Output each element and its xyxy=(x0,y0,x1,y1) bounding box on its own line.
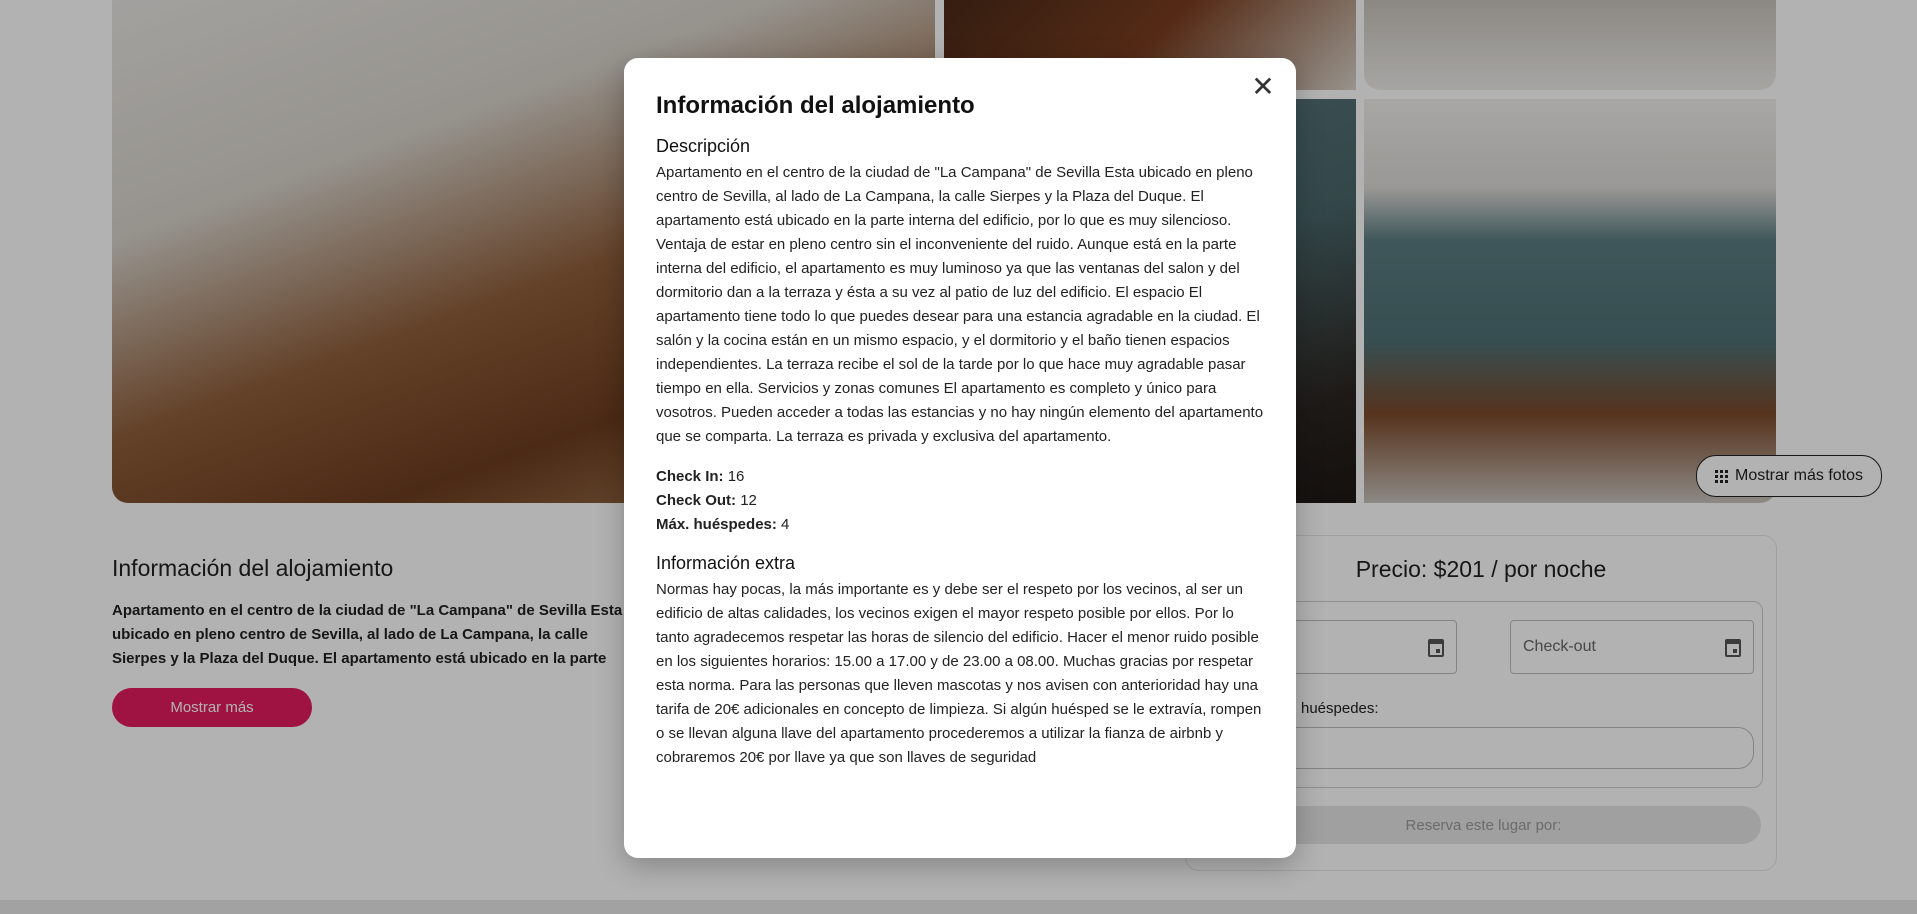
max-guests-fact-value: 4 xyxy=(781,516,790,533)
accommodation-info-modal: ✕ Información del alojamiento Descripció… xyxy=(624,58,1296,858)
checkout-fact: Check Out: 12 xyxy=(656,489,1268,513)
stay-facts: Check In: 16 Check Out: 12 Máx. huéspede… xyxy=(656,465,1268,537)
max-guests-fact: Máx. huéspedes: 4 xyxy=(656,513,1268,537)
description-heading: Descripción xyxy=(656,136,751,156)
description-text: Apartamento en el centro de la ciudad de… xyxy=(656,164,1264,445)
modal-title: Información del alojamiento xyxy=(656,92,975,119)
max-guests-fact-label: Máx. huéspedes: xyxy=(656,516,777,533)
checkin-fact-label: Check In: xyxy=(656,468,724,485)
extra-info-text: Normas hay pocas, la más importante es y… xyxy=(656,581,1262,766)
checkout-fact-label: Check Out: xyxy=(656,492,737,509)
checkout-fact-value: 12 xyxy=(740,492,757,509)
checkin-fact: Check In: 16 xyxy=(656,465,1268,489)
modal-content: Información del alojamiento Descripción … xyxy=(656,92,1268,770)
checkin-fact-value: 16 xyxy=(727,468,745,485)
extra-info-heading: Información extra xyxy=(656,553,796,573)
